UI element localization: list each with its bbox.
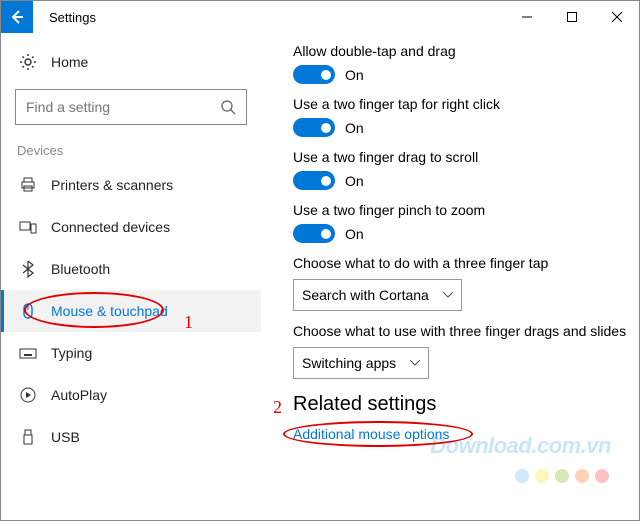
sidebar-item-label: Printers & scanners [51,177,173,193]
sidebar-item-mouse[interactable]: Mouse & touchpad 1 [1,290,261,332]
back-button[interactable] [1,1,33,33]
toggle-two-finger-zoom[interactable] [293,224,335,243]
window-title: Settings [49,10,96,25]
dot-icon [595,469,609,483]
chevron-down-icon [443,292,453,298]
section-label: Devices [1,135,261,164]
dot-icon [515,469,529,483]
sidebar-item-printers[interactable]: Printers & scanners [1,164,261,206]
setting-label: Use a two finger drag to scroll [293,149,639,165]
settings-panel: Allow double-tap and drag On Use a two f… [261,33,639,520]
sidebar-item-typing[interactable]: Typing [1,332,261,374]
search-input[interactable] [26,99,206,115]
maximize-icon [567,12,577,22]
search-icon [220,99,236,115]
sidebar: Home Devices Printers & scanners Connect… [1,33,261,520]
related-heading: Related settings [293,393,639,416]
minimize-button[interactable] [504,1,549,33]
annotation-number-1: 1 [184,312,193,333]
annotation-oval-2 [283,421,473,447]
minimize-icon [522,12,532,22]
setting-label: Use a two finger tap for right click [293,96,639,112]
setting-double-tap: Allow double-tap and drag On [293,43,639,84]
setting-three-drag: Choose what to use with three finger dra… [293,323,639,379]
content-area: Home Devices Printers & scanners Connect… [1,33,639,520]
toggle-state: On [345,173,364,189]
setting-two-finger-zoom: Use a two finger pinch to zoom On [293,202,639,243]
dot-icon [555,469,569,483]
home-label: Home [51,54,88,70]
sidebar-item-usb[interactable]: USB [1,416,261,458]
setting-label: Choose what to use with three finger dra… [293,323,639,339]
sidebar-item-label: AutoPlay [51,387,107,403]
setting-two-finger-scroll: Use a two finger drag to scroll On [293,149,639,190]
additional-mouse-options-link[interactable]: Additional mouse options [293,426,449,442]
select-three-drag[interactable]: Switching apps [293,347,429,379]
select-value: Search with Cortana [302,287,429,303]
titlebar: Settings [1,1,639,33]
close-icon [612,12,622,22]
arrow-left-icon [9,9,25,25]
toggle-state: On [345,120,364,136]
bluetooth-icon [19,260,37,278]
keyboard-icon [19,344,37,362]
toggle-state: On [345,226,364,242]
toggle-state: On [345,67,364,83]
select-value: Switching apps [302,355,396,371]
watermark-dots [515,469,609,483]
sidebar-item-label: Bluetooth [51,261,110,277]
chevron-down-icon [410,360,420,366]
autoplay-icon [19,386,37,404]
sidebar-item-label: Connected devices [51,219,170,235]
gear-icon [19,53,37,71]
setting-two-finger-right: Use a two finger tap for right click On [293,96,639,137]
toggle-two-finger-right[interactable] [293,118,335,137]
window-controls [504,1,639,33]
printer-icon [19,176,37,194]
sidebar-item-label: USB [51,429,80,445]
dot-icon [575,469,589,483]
toggle-double-tap[interactable] [293,65,335,84]
annotation-oval-1 [24,292,164,328]
setting-label: Allow double-tap and drag [293,43,639,59]
toggle-two-finger-scroll[interactable] [293,171,335,190]
sidebar-item-bluetooth[interactable]: Bluetooth [1,248,261,290]
sidebar-item-autoplay[interactable]: AutoPlay [1,374,261,416]
close-button[interactable] [594,1,639,33]
setting-label: Use a two finger pinch to zoom [293,202,639,218]
setting-label: Choose what to do with a three finger ta… [293,255,639,271]
annotation-number-2: 2 [273,397,282,418]
dot-icon [535,469,549,483]
setting-three-tap: Choose what to do with a three finger ta… [293,255,639,311]
maximize-button[interactable] [549,1,594,33]
connected-devices-icon [19,218,37,236]
sidebar-item-label: Typing [51,345,92,361]
search-box[interactable] [15,89,247,125]
home-link[interactable]: Home [1,41,261,83]
select-three-tap[interactable]: Search with Cortana [293,279,462,311]
usb-icon [19,428,37,446]
sidebar-item-connected[interactable]: Connected devices [1,206,261,248]
